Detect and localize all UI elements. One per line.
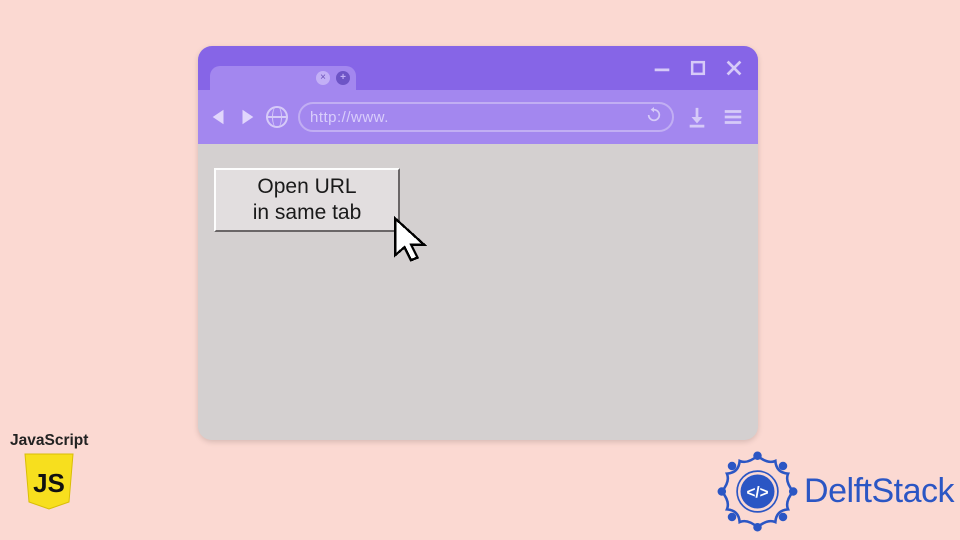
browser-chrome: × + <box>198 46 758 144</box>
delftstack-logo-icon: </> <box>715 449 800 534</box>
window-controls <box>650 56 746 80</box>
button-line1: Open URL <box>257 174 356 200</box>
browser-tab[interactable]: × + <box>210 66 356 90</box>
page-viewport: Open URL in same tab <box>198 144 758 440</box>
back-button[interactable] <box>210 108 228 126</box>
url-text: http://www. <box>310 109 389 126</box>
forward-button[interactable] <box>238 108 256 126</box>
delftstack-badge: </> DelftStack <box>715 449 954 534</box>
button-line2: in same tab <box>253 200 362 226</box>
title-bar: × + <box>198 46 758 90</box>
svg-text:</>: </> <box>746 484 768 501</box>
hamburger-menu-icon[interactable] <box>720 104 746 130</box>
minimize-button[interactable] <box>650 56 674 80</box>
javascript-shield-icon: JS <box>23 452 75 510</box>
download-icon[interactable] <box>684 104 710 130</box>
open-url-button[interactable]: Open URL in same tab <box>214 168 400 232</box>
tab-add-icon[interactable]: + <box>336 71 350 85</box>
refresh-icon[interactable] <box>646 107 662 127</box>
browser-window: × + <box>198 46 758 440</box>
delftstack-text: DelftStack <box>804 472 954 511</box>
cursor-icon <box>390 216 432 268</box>
javascript-label: JavaScript <box>10 432 88 450</box>
close-button[interactable] <box>722 56 746 80</box>
maximize-button[interactable] <box>686 56 710 80</box>
address-bar[interactable]: http://www. <box>298 102 674 132</box>
svg-text:JS: JS <box>33 468 65 498</box>
tab-close-icon[interactable]: × <box>316 71 330 85</box>
javascript-badge: JavaScript JS <box>10 432 88 510</box>
globe-icon <box>266 106 288 128</box>
address-bar-row: http://www. <box>198 90 758 144</box>
